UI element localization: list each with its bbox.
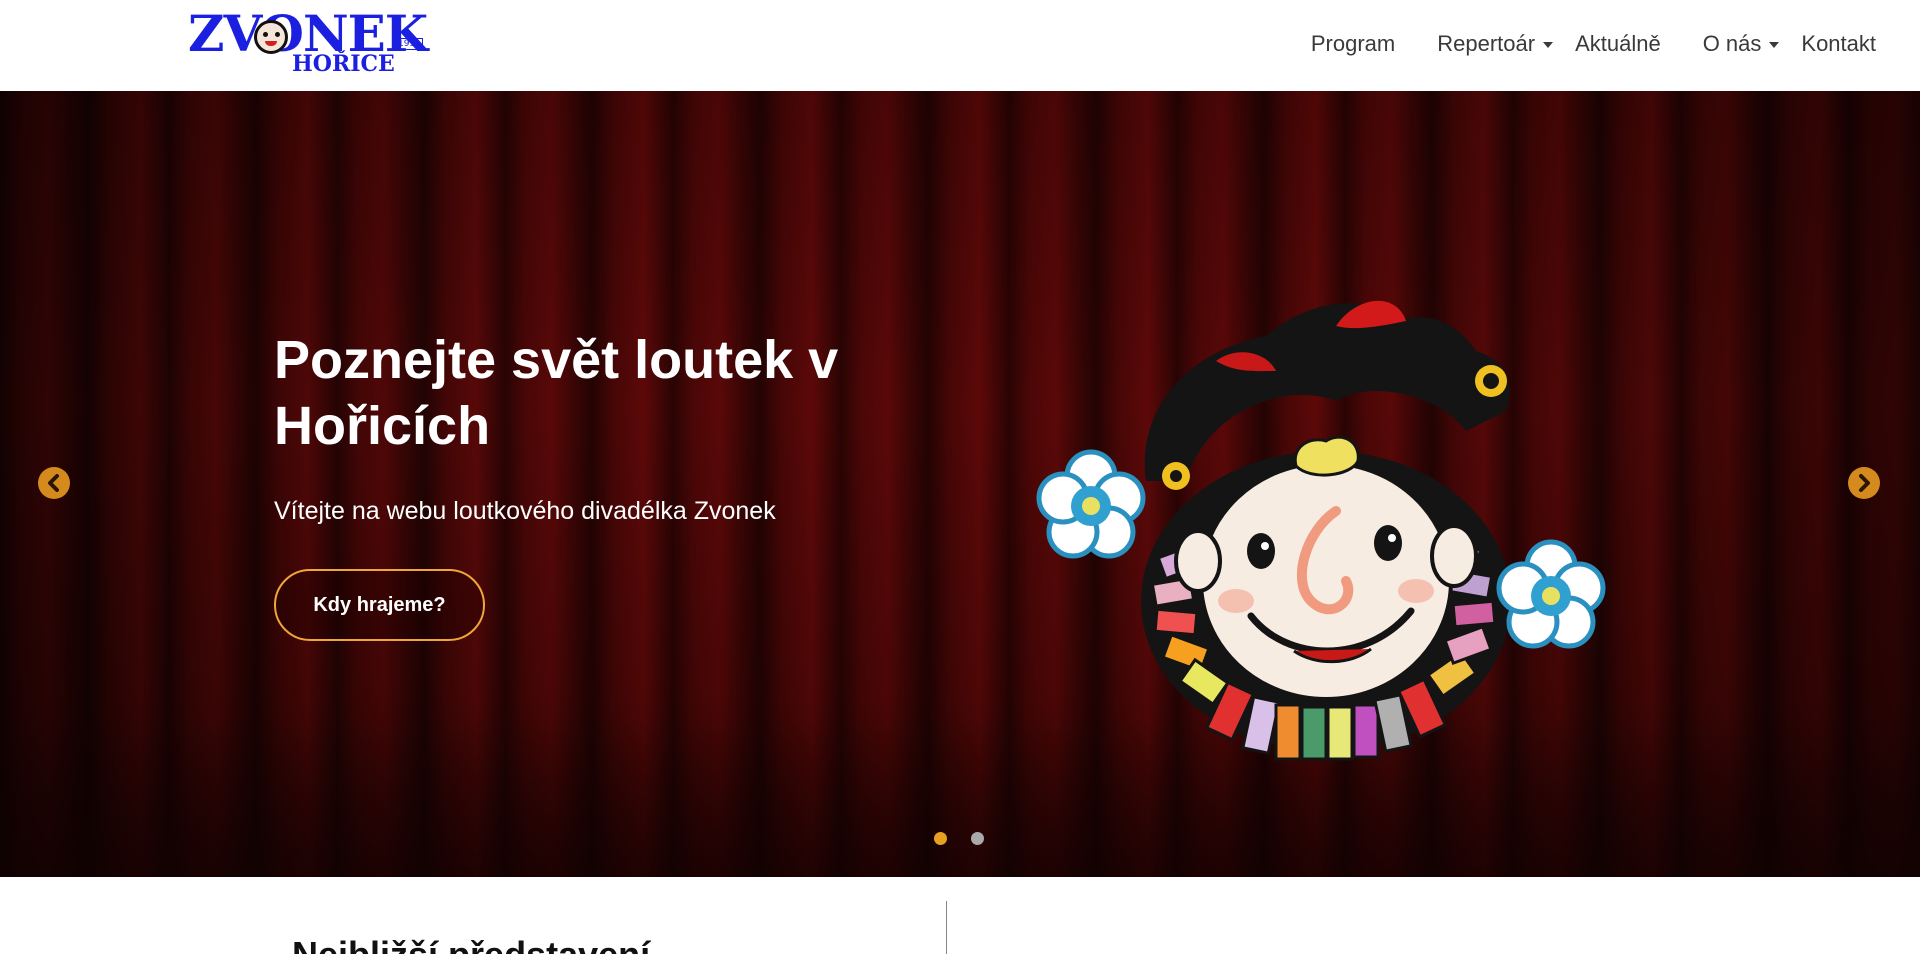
flower-left bbox=[1036, 449, 1146, 559]
nav-item-program[interactable]: Program bbox=[1311, 31, 1395, 57]
section-title: Nejbližší představení bbox=[292, 933, 650, 954]
carousel-indicators bbox=[934, 832, 984, 845]
nav-item-label: Program bbox=[1310, 31, 1396, 56]
when-we-play-button[interactable]: Kdy hrajeme? bbox=[274, 569, 485, 641]
upcoming-section: Nejbližší představení bbox=[0, 877, 1920, 954]
chevron-right-icon bbox=[1859, 474, 1870, 492]
carousel-prev-button[interactable] bbox=[38, 467, 70, 499]
hero-title: Poznejte svět loutek v Hořicích bbox=[274, 330, 839, 456]
carousel-dot-1[interactable] bbox=[934, 832, 947, 845]
nav-item-o-nas[interactable]: O nás bbox=[1703, 31, 1780, 57]
nav-item-kontakt[interactable]: Kontakt bbox=[1801, 31, 1876, 57]
logo-face-icon bbox=[254, 20, 288, 54]
hero-subtitle: Vítejte na webu loutkového divadélka Zvo… bbox=[274, 497, 776, 525]
carousel-dot-2[interactable] bbox=[971, 832, 984, 845]
nav-item-label: Repertoár bbox=[1437, 31, 1536, 56]
nav-item-label: O nás bbox=[1702, 31, 1762, 56]
jester-puppet-illustration bbox=[1036, 300, 1606, 761]
site-header: ZVONEK 1931 HOŘICE Program Repertoár Akt… bbox=[0, 0, 1920, 91]
nav-item-label: Kontakt bbox=[1801, 31, 1876, 56]
nav-item-label: Aktuálně bbox=[1575, 31, 1661, 56]
caret-down-icon bbox=[1543, 42, 1554, 48]
main-nav: Program Repertoár Aktuálně O nás Kontakt bbox=[1311, 28, 1876, 60]
logo-text-horice: HOŘICE bbox=[292, 51, 395, 77]
carousel-next-button[interactable] bbox=[1848, 467, 1880, 499]
flower-right bbox=[1496, 539, 1606, 649]
chevron-left-icon bbox=[48, 474, 59, 492]
caret-down-icon bbox=[1769, 42, 1780, 48]
logo-year-badge: 1931 bbox=[396, 38, 423, 50]
site-logo[interactable]: ZVONEK 1931 HOŘICE bbox=[188, 8, 428, 78]
nav-item-repertoar[interactable]: Repertoár bbox=[1437, 31, 1554, 57]
nav-item-aktualne[interactable]: Aktuálně bbox=[1575, 31, 1661, 57]
section-divider bbox=[946, 901, 947, 954]
hero-carousel: Poznejte svět loutek v Hořicích Vítejte … bbox=[0, 91, 1920, 877]
